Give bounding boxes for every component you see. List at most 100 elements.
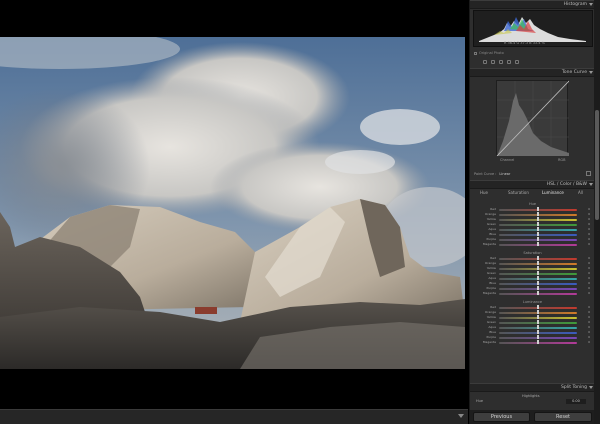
histogram-header[interactable]: Histogram <box>470 0 595 9</box>
split-toning-hue-row: Hue 0.00 <box>470 399 595 406</box>
hsl-slider-knob[interactable] <box>537 242 539 246</box>
hsl-slider-label: Red <box>490 207 496 211</box>
spot-removal-icon[interactable] <box>491 60 495 64</box>
hsl-slider-value[interactable]: 0 <box>580 315 590 319</box>
hsl-slider-label: Yellow <box>486 315 496 319</box>
hsl-slider-knob[interactable] <box>537 207 539 211</box>
hsl-slider-knob[interactable] <box>537 335 539 339</box>
hsl-slider-label: Purple <box>486 237 496 241</box>
bottom-buttons: Previous Reset <box>470 410 600 424</box>
hsl-slider-value[interactable]: 0 <box>580 242 590 246</box>
hsl-slider-label: Blue <box>489 281 496 285</box>
hsl-section-label: Luminance <box>522 300 543 304</box>
original-photo-label: Original Photo <box>479 51 504 55</box>
tab-hue[interactable]: Hue <box>480 190 488 195</box>
tone-curve-header[interactable]: Tone Curve <box>470 68 595 77</box>
hsl-slider-knob[interactable] <box>537 291 539 295</box>
hsl-slider-label: Aqua <box>488 276 496 280</box>
hsl-slider-value[interactable]: 0 <box>580 271 590 275</box>
hsl-slider-knob[interactable] <box>537 330 539 334</box>
hsl-slider-value[interactable]: 0 <box>580 325 590 329</box>
hsl-slider-label: Red <box>490 305 496 309</box>
hsl-slider-knob[interactable] <box>537 256 539 260</box>
photo-viewer <box>0 0 468 424</box>
develop-panel: Histogram R 36.4 G 37.3 B 33.4 % Origina… <box>469 0 600 424</box>
crop-tool-icon[interactable] <box>483 60 487 64</box>
point-curve-select[interactable]: Point Curve : Linear <box>474 172 510 176</box>
hsl-slider-value[interactable]: 0 <box>580 291 590 295</box>
scrollbar-thumb[interactable] <box>595 110 599 220</box>
previous-button[interactable]: Previous <box>473 412 530 422</box>
histogram-values: R 36.4 G 37.3 B 33.4 % <box>504 41 545 45</box>
tab-luminance[interactable]: Luminance <box>542 190 564 195</box>
hsl-slider-value[interactable]: 0 <box>580 222 590 226</box>
hsl-slider-value[interactable]: 0 <box>580 256 590 260</box>
adjustment-brush-icon[interactable] <box>515 60 519 64</box>
graduated-filter-icon[interactable] <box>507 60 511 64</box>
hsl-slider-value[interactable]: 0 <box>580 340 590 344</box>
hsl-slider-value[interactable]: 0 <box>580 266 590 270</box>
tool-strip <box>473 60 593 66</box>
hsl-slider-knob[interactable] <box>537 261 539 265</box>
hsl-slider-knob[interactable] <box>537 281 539 285</box>
filmstrip-toggle-icon[interactable] <box>458 414 464 418</box>
hsl-slider-knob[interactable] <box>537 305 539 309</box>
hsl-slider-knob[interactable] <box>537 310 539 314</box>
histogram: R 36.4 G 37.3 B 33.4 % <box>473 10 593 47</box>
hsl-slider-knob[interactable] <box>537 340 539 344</box>
hsl-slider-knob[interactable] <box>537 271 539 275</box>
targeted-adjustment-icon[interactable] <box>586 171 591 176</box>
hsl-slider-label: Green <box>486 222 496 226</box>
hsl-slider-value[interactable]: 0 <box>580 320 590 324</box>
hsl-slider-knob[interactable] <box>537 227 539 231</box>
split-toning-title: Split Toning <box>561 385 587 390</box>
hsl-slider-value[interactable]: 0 <box>580 286 590 290</box>
filmstrip-bar[interactable] <box>0 409 468 424</box>
hsl-slider-value[interactable]: 0 <box>580 281 590 285</box>
hsl-slider-knob[interactable] <box>537 325 539 329</box>
split-toning-header[interactable]: Split Toning <box>470 383 595 392</box>
hsl-slider-value[interactable]: 0 <box>580 212 590 216</box>
hsl-slider-knob[interactable] <box>537 276 539 280</box>
hsl-slider-value[interactable]: 0 <box>580 335 590 339</box>
checkbox-icon[interactable] <box>474 51 477 55</box>
hue-value-field[interactable]: 0.00 <box>566 399 586 404</box>
hsl-slider-value[interactable]: 0 <box>580 217 590 221</box>
hsl-header[interactable]: HSL / Color / B&W <box>470 180 595 189</box>
hsl-slider-row: Magenta 0 <box>470 242 595 247</box>
hsl-slider-label: Aqua <box>488 325 496 329</box>
hsl-slider-knob[interactable] <box>537 237 539 241</box>
hsl-slider-row: Magenta 0 <box>470 291 595 296</box>
hsl-slider-knob[interactable] <box>537 232 539 236</box>
photo-canvas[interactable] <box>0 37 465 369</box>
hsl-slider-value[interactable]: 0 <box>580 207 590 211</box>
red-eye-icon[interactable] <box>499 60 503 64</box>
hsl-slider-knob[interactable] <box>537 266 539 270</box>
hsl-slider-value[interactable]: 0 <box>580 330 590 334</box>
hsl-slider-knob[interactable] <box>537 222 539 226</box>
original-photo-toggle[interactable]: Original Photo <box>474 51 504 55</box>
hsl-slider-label: Magenta <box>482 242 496 246</box>
highlights-label: Highlights <box>522 394 540 398</box>
tone-curve-graph[interactable] <box>496 80 570 157</box>
hsl-slider-value[interactable]: 0 <box>580 261 590 265</box>
hsl-slider-knob[interactable] <box>537 320 539 324</box>
hsl-slider-knob[interactable] <box>537 286 539 290</box>
hsl-slider-value[interactable]: 0 <box>580 305 590 309</box>
hsl-slider-value[interactable]: 0 <box>580 237 590 241</box>
hsl-slider-value[interactable]: 0 <box>580 310 590 314</box>
hsl-slider-knob[interactable] <box>537 217 539 221</box>
hsl-slider-value[interactable]: 0 <box>580 232 590 236</box>
hsl-slider-knob[interactable] <box>537 315 539 319</box>
hsl-slider-value[interactable]: 0 <box>580 227 590 231</box>
hsl-slider-label: Purple <box>486 286 496 290</box>
hsl-slider-label: Orange <box>484 261 496 265</box>
tab-saturation[interactable]: Saturation <box>508 190 529 195</box>
hsl-slider-value[interactable]: 0 <box>580 276 590 280</box>
hsl-section-label: Hue <box>528 202 536 206</box>
hsl-slider-knob[interactable] <box>537 212 539 216</box>
panel-scrollbar[interactable] <box>594 0 600 424</box>
reset-button[interactable]: Reset <box>534 412 592 422</box>
tab-all[interactable]: All <box>578 190 583 195</box>
collapse-icon <box>589 183 593 186</box>
